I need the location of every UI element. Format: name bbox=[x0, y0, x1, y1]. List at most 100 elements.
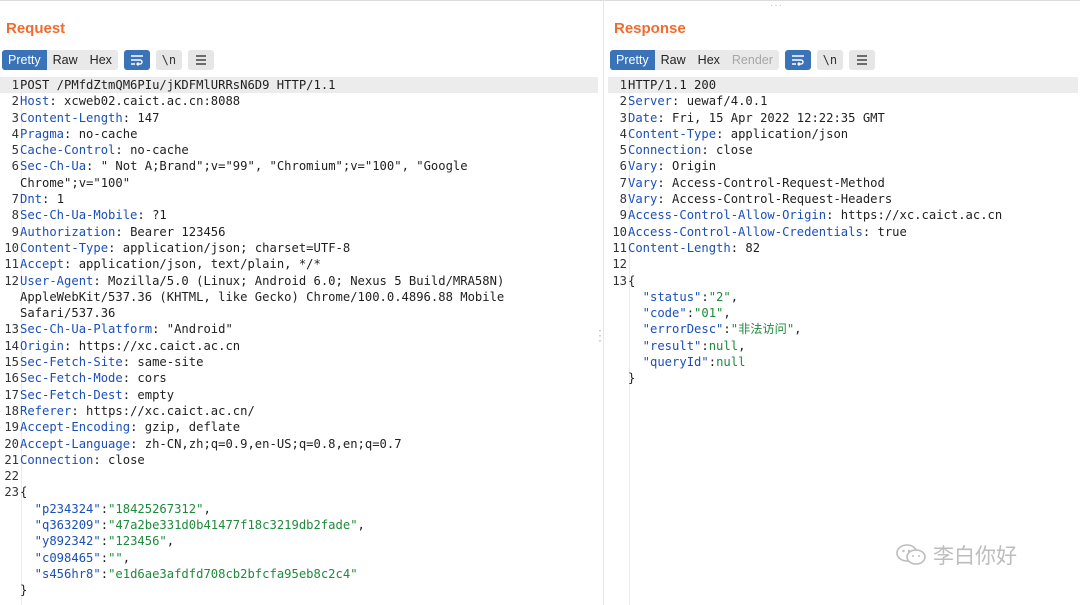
code-line: "status":"2", bbox=[608, 289, 1078, 305]
header-name: Referer bbox=[20, 403, 72, 418]
json-key: "c098465" bbox=[20, 550, 101, 565]
header-line: Cache-Control: no-cache bbox=[20, 143, 189, 158]
request-editor[interactable]: 1 POST /PMfdZtmQM6PIu/jKDFMlURRsN6D9 HTTP… bbox=[0, 77, 598, 599]
code-line: 22 bbox=[0, 468, 598, 484]
response-tab-render[interactable]: Render bbox=[726, 50, 779, 70]
request-tab-raw[interactable]: Raw bbox=[47, 50, 84, 70]
json-line: "status":"2", bbox=[628, 289, 739, 304]
code-line: 10 Access-Control-Allow-Credentials: true bbox=[608, 224, 1078, 240]
json-value: "18425267312" bbox=[108, 501, 204, 516]
header-value: Mozilla/5.0 (Linux; Android 6.0; Nexus 5… bbox=[100, 273, 505, 288]
json-line: "queryId":null bbox=[628, 355, 746, 370]
header-name: Sec-Fetch-Mode bbox=[20, 371, 123, 386]
json-value: null bbox=[708, 338, 739, 353]
code-line: 7 Dnt: 1 bbox=[0, 191, 598, 207]
code-line: 13 Sec-Ch-Ua-Platform: "Android" bbox=[0, 321, 598, 337]
code-line: "p234324":"18425267312", bbox=[0, 501, 598, 517]
code-line: 8 Sec-Ch-Ua-Mobile: ?1 bbox=[0, 207, 598, 223]
header-name: Content-Length bbox=[628, 240, 731, 255]
json-line: "code":"01", bbox=[628, 306, 731, 321]
json-key: "q363209" bbox=[20, 518, 101, 533]
header-value: uewaf/4.0.1 bbox=[679, 94, 768, 109]
response-menu-icon[interactable] bbox=[848, 50, 875, 70]
response-tab-pretty[interactable]: Pretty bbox=[610, 50, 655, 70]
json-punct: , bbox=[794, 322, 802, 337]
header-value: zh-CN,zh;q=0.9,en-US;q=0.8,en;q=0.7 bbox=[137, 436, 402, 451]
request-tab-hex[interactable]: Hex bbox=[84, 50, 118, 70]
code-line: 1 HTTP/1.1 200 bbox=[608, 77, 1078, 94]
line-number: 18 bbox=[4, 403, 19, 418]
line-number: 3 bbox=[11, 110, 19, 125]
header-line: Accept: application/json, text/plain, */… bbox=[20, 257, 321, 272]
header-value: Access-Control-Request-Headers bbox=[664, 192, 893, 207]
header-line: Date: Fri, 15 Apr 2022 12:22:35 GMT bbox=[628, 110, 885, 125]
line-number: 12 bbox=[612, 257, 627, 272]
line-number: 8 bbox=[619, 192, 627, 207]
request-menu-icon[interactable] bbox=[187, 50, 214, 70]
divider-handle-icon[interactable]: · · · bbox=[598, 324, 602, 346]
json-line: "c098465":"", bbox=[20, 550, 131, 565]
header-name: Date bbox=[628, 110, 658, 125]
response-tab-hex[interactable]: Hex bbox=[692, 50, 726, 70]
response-newline-button[interactable]: \n bbox=[816, 50, 843, 70]
code-line: } bbox=[608, 370, 1078, 386]
request-tab-pretty[interactable]: Pretty bbox=[2, 50, 47, 70]
header-value: empty bbox=[130, 387, 175, 402]
header-value: https://xc.caict.ac.cn/ bbox=[78, 403, 255, 418]
header-value: ?1 bbox=[144, 208, 167, 223]
code-line: 18 Referer: https://xc.caict.ac.cn/ bbox=[0, 403, 598, 419]
header-name: Access-Control-Allow-Origin bbox=[628, 208, 827, 223]
request-view-tabs: Pretty Raw Hex bbox=[2, 50, 118, 70]
response-wrap-icon[interactable] bbox=[784, 50, 811, 70]
header-name: Host bbox=[20, 94, 50, 109]
header-name: Vary bbox=[628, 159, 658, 174]
header-line: Sec-Fetch-Mode: cors bbox=[20, 371, 167, 386]
code-line: 12 User-Agent: Mozilla/5.0 (Linux; Androi… bbox=[0, 273, 598, 289]
json-value: "2" bbox=[708, 289, 731, 304]
line-number: 7 bbox=[11, 192, 19, 207]
header-line: Sec-Ch-Ua-Mobile: ?1 bbox=[20, 208, 167, 223]
line-number: 19 bbox=[4, 420, 19, 435]
header-value: https://xc.caict.ac.cn bbox=[71, 338, 241, 353]
header-name: Content-Type bbox=[628, 126, 717, 141]
header-value: same-site bbox=[130, 355, 204, 370]
code-line: 5 Cache-Control: no-cache bbox=[0, 142, 598, 158]
line-number: 8 bbox=[11, 208, 19, 223]
line-number bbox=[608, 289, 627, 305]
request-wrap-icon[interactable] bbox=[123, 50, 150, 70]
json-punct: , bbox=[738, 338, 746, 353]
response-editor[interactable]: 1 HTTP/1.1 200 2 Server: uewaf/4.0.1 3 Date: … bbox=[608, 77, 1078, 387]
json-key: "y892342" bbox=[20, 534, 101, 549]
line-number: 3 bbox=[619, 110, 627, 125]
header-value: 82 bbox=[738, 240, 761, 255]
header-name: Access-Control-Allow-Credentials bbox=[628, 224, 863, 239]
line-number: 11 bbox=[4, 257, 19, 272]
header-line: Host: xcweb02.caict.ac.cn:8088 bbox=[20, 94, 241, 109]
code-line: 6 Vary: Origin bbox=[608, 158, 1078, 174]
response-tab-raw[interactable]: Raw bbox=[655, 50, 692, 70]
code-line: 3 Date: Fri, 15 Apr 2022 12:22:35 GMT bbox=[608, 110, 1078, 126]
json-line: "p234324":"18425267312", bbox=[20, 501, 211, 516]
code-line: 11 Accept: application/json, text/plain, … bbox=[0, 256, 598, 272]
header-value: true bbox=[870, 224, 907, 239]
header-name: Connection bbox=[20, 452, 94, 467]
response-view-tabs: Pretty Raw Hex Render bbox=[610, 50, 779, 70]
header-line: Vary: Access-Control-Request-Method bbox=[628, 175, 885, 190]
code-line: Chrome";v="100" bbox=[0, 175, 598, 191]
response-title: Response bbox=[614, 20, 686, 37]
code-line: 12 bbox=[608, 256, 1078, 272]
plain-line: { bbox=[628, 273, 636, 288]
line-number: 2 bbox=[11, 94, 19, 109]
line-number bbox=[0, 582, 19, 598]
json-key: "queryId" bbox=[628, 355, 709, 370]
line-number: 1 bbox=[619, 78, 627, 92]
line-number: 2 bbox=[619, 94, 627, 109]
panel-divider[interactable] bbox=[603, 0, 604, 605]
line-number: 9 bbox=[11, 224, 19, 239]
request-newline-button[interactable]: \n bbox=[155, 50, 182, 70]
header-value: no-cache bbox=[71, 126, 138, 141]
header-line: Sec-Fetch-Dest: empty bbox=[20, 387, 175, 402]
code-line: AppleWebKit/537.36 (KHTML, like Gecko) C… bbox=[0, 289, 598, 305]
code-line: 23{ bbox=[0, 484, 598, 500]
line-number bbox=[608, 370, 627, 386]
